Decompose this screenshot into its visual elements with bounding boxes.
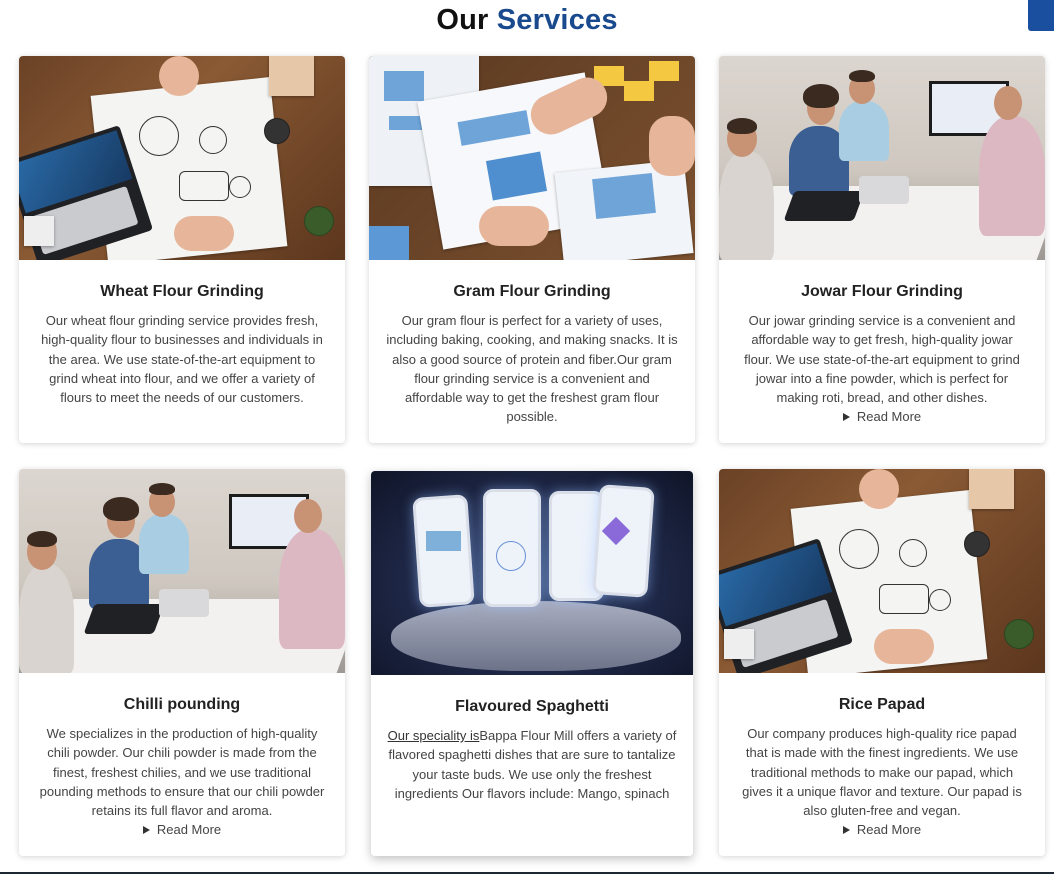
- card-description: We specializes in the production of high…: [39, 726, 325, 819]
- read-more-link[interactable]: Read More: [719, 820, 1045, 839]
- card-title: Chilli pounding: [123, 696, 241, 713]
- card-description: Our company produces high-quality rice p…: [742, 726, 1022, 819]
- card-description: Our jowar grinding service is a convenie…: [744, 313, 1020, 406]
- play-triangle-icon: [842, 413, 850, 422]
- section-title-prefix: Our: [436, 4, 489, 36]
- read-more-link[interactable]: Read More: [19, 820, 345, 839]
- service-card-papad: Rice Papad Our company produces high-qua…: [719, 469, 1045, 856]
- card-title: Rice Papad: [838, 696, 926, 713]
- card-description: Our wheat flour grinding service provide…: [41, 313, 323, 406]
- read-more-link[interactable]: Read More: [719, 407, 1045, 426]
- card-title: Jowar Flour Grinding: [801, 283, 963, 300]
- play-triangle-icon: [842, 826, 850, 835]
- card-description: Our gram flour is perfect for a variety …: [386, 313, 678, 425]
- office-meeting-photo: [719, 56, 1045, 260]
- service-card-jowar: Jowar Flour Grinding Our jowar grinding …: [719, 56, 1045, 443]
- card-title: Gram Flour Grinding: [453, 283, 611, 300]
- read-more-label: Read More: [856, 822, 922, 838]
- read-more-label: Read More: [856, 409, 922, 425]
- service-card-wheat: Wheat Flour Grinding Our wheat flour gri…: [19, 56, 345, 443]
- play-triangle-icon: [142, 826, 150, 835]
- section-title-accent: Services: [496, 4, 618, 36]
- wireframe-sketching-photo: [369, 56, 695, 260]
- card-title: Wheat Flour Grinding: [100, 283, 264, 300]
- business-planning-desk-photo: [719, 469, 1045, 673]
- office-meeting-photo: [19, 469, 345, 673]
- business-planning-desk-photo: [19, 56, 345, 260]
- section-title: Our Services: [0, 4, 1054, 37]
- service-card-spaghetti: Flavoured Spaghetti Our speciality isBap…: [371, 471, 693, 856]
- floating-phones-hand-photo: [371, 471, 693, 675]
- services-grid: Wheat Flour Grinding Our wheat flour gri…: [19, 56, 1046, 866]
- service-card-chilli: Chilli pounding We specializes in the pr…: [19, 469, 345, 856]
- speciality-label: Our speciality is: [387, 728, 480, 743]
- card-description: Our speciality isBappa Flour Mill offers…: [386, 726, 678, 803]
- read-more-label: Read More: [156, 822, 222, 838]
- card-title: Flavoured Spaghetti: [455, 698, 609, 715]
- service-card-gram: Gram Flour Grinding Our gram flour is pe…: [369, 56, 695, 443]
